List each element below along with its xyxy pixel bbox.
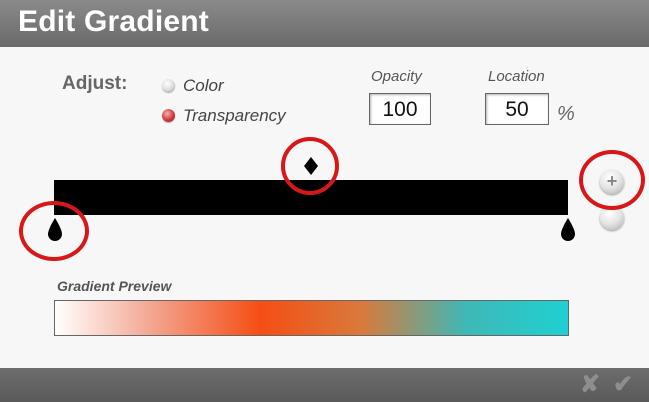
title-bar: Edit Gradient: [0, 0, 649, 47]
color-radio[interactable]: [162, 79, 175, 92]
right-stop-icon[interactable]: [558, 217, 578, 243]
transparency-radio[interactable]: [162, 109, 175, 122]
add-stop-highlight-circle: [579, 150, 645, 210]
color-radio-label[interactable]: Color: [183, 76, 224, 96]
location-input[interactable]: 50: [485, 93, 549, 125]
location-label: Location: [488, 68, 545, 85]
opacity-input[interactable]: 100: [369, 93, 431, 125]
midpoint-highlight-circle: [281, 137, 339, 195]
gradient-preview-label: Gradient Preview: [57, 278, 172, 294]
edit-gradient-dialog: Edit Gradient Adjust: Color Transparency…: [0, 0, 649, 402]
left-stop-highlight-circle: [19, 201, 89, 261]
location-unit: %: [557, 103, 575, 125]
checkmark-icon[interactable]: ✔: [613, 368, 633, 402]
close-icon[interactable]: ✘: [580, 368, 600, 402]
dialog-title: Edit Gradient: [18, 5, 209, 38]
opacity-label: Opacity: [371, 68, 422, 85]
transparency-radio-label[interactable]: Transparency: [183, 106, 286, 126]
gradient-preview: [54, 300, 569, 336]
adjust-label: Adjust:: [62, 73, 128, 94]
footer-bar: ✘ ✔: [0, 368, 649, 402]
